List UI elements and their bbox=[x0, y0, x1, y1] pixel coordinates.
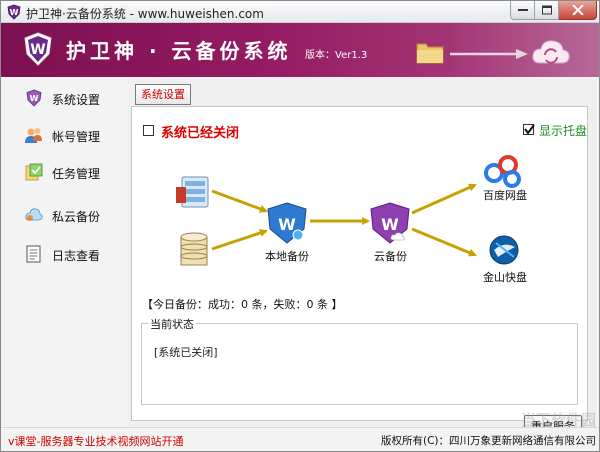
svg-text:W: W bbox=[278, 215, 296, 234]
watermark: 当下软件园 bbox=[521, 411, 597, 429]
cloud-backup-label: 云备份 bbox=[374, 250, 407, 263]
database-icon bbox=[180, 232, 208, 266]
status-bar: v课堂-服务器专业技术视频网站开通 版权所有(C)：四川万象更新网络通信有限公司 bbox=[1, 427, 599, 451]
close-button[interactable] bbox=[559, 1, 597, 20]
svg-text:W: W bbox=[30, 94, 39, 103]
system-closed-checkbox[interactable] bbox=[143, 125, 154, 136]
title-bar[interactable]: W 护卫神·云备份系统 - www.huweishen.com bbox=[1, 1, 599, 23]
maximize-icon bbox=[541, 5, 552, 15]
sidebar-item-task-management[interactable]: 任务管理 bbox=[25, 161, 125, 183]
baidu-netdisk-icon bbox=[484, 155, 521, 188]
settings-content: 系统已经关闭 显示托盘 W W 本地备份 云备份 百度网盘 金山快盘 【今日备份… bbox=[131, 106, 588, 438]
sidebar-item-label: 任务管理 bbox=[52, 167, 101, 181]
huweishen-logo-icon: W bbox=[24, 32, 52, 66]
today-backup-summary: 【今日备份：成功：0 条，失败：0 条 】 bbox=[142, 298, 343, 311]
cloud-sync-icon bbox=[532, 40, 570, 64]
minimize-icon bbox=[517, 9, 528, 11]
tasks-icon bbox=[25, 163, 43, 181]
sidebar-item-account-management[interactable]: 帐号管理 bbox=[25, 124, 125, 146]
window-title: 护卫神·云备份系统 - www.huweishen.com bbox=[26, 7, 264, 21]
app-title: 护卫神 · 云备份系统 bbox=[66, 39, 292, 63]
sidebar-item-log-view[interactable]: 日志查看 bbox=[25, 243, 125, 265]
copyright-text: 版权所有(C)：四川万象更新网络通信有限公司 bbox=[381, 435, 597, 447]
sidebar-item-label: 私云备份 bbox=[52, 210, 101, 224]
svg-text:W: W bbox=[381, 215, 399, 234]
sidebar: W 系统设置 帐号管理 任务管理 私云备份 日志查看 bbox=[1, 77, 127, 427]
promo-link[interactable]: v课堂-服务器专业技术视频网站开通 bbox=[8, 433, 183, 449]
sidebar-item-label: 帐号管理 bbox=[52, 130, 101, 144]
local-backup-shield-icon: W bbox=[267, 202, 307, 244]
tab-system-settings[interactable]: 系统设置 bbox=[135, 84, 191, 105]
header-banner: W 护卫神 · 云备份系统 版本：Ver1.3 bbox=[1, 23, 599, 77]
arrow-cloud-to-jinshan bbox=[411, 227, 477, 257]
baidu-netdisk-label: 百度网盘 bbox=[483, 189, 527, 202]
log-icon bbox=[26, 245, 41, 263]
jinshan-kuaipan-label: 金山快盘 bbox=[483, 271, 527, 284]
sidebar-item-label: 系统设置 bbox=[52, 93, 101, 107]
sidebar-item-private-cloud-backup[interactable]: 私云备份 bbox=[25, 204, 125, 226]
jinshan-kuaipan-icon bbox=[489, 235, 519, 265]
version-label: 版本：Ver1.3 bbox=[305, 50, 368, 61]
svg-text:W: W bbox=[10, 8, 19, 17]
cloud-backup-shield-icon: W bbox=[370, 202, 410, 244]
local-backup-label: 本地备份 bbox=[265, 250, 309, 263]
folder-icon bbox=[416, 43, 444, 64]
current-status-legend: 当前状态 bbox=[148, 316, 196, 332]
backup-flow-diagram: W W 本地备份 云备份 百度网盘 金山快盘 bbox=[132, 147, 587, 284]
settings-icon: W bbox=[26, 89, 42, 107]
server-icon bbox=[176, 176, 209, 208]
checkmark-icon bbox=[524, 124, 535, 135]
private-cloud-icon bbox=[25, 208, 43, 221]
users-icon bbox=[25, 128, 42, 143]
arrow-cloud-to-baidu bbox=[411, 183, 477, 215]
current-status-group: 当前状态 [系统已关闭] bbox=[141, 316, 578, 405]
svg-text:W: W bbox=[30, 42, 45, 58]
close-icon bbox=[571, 5, 584, 15]
main-panel: 系统设置 系统已经关闭 显示托盘 W W 本地备份 云备份 百度网盘 金山快盘 … bbox=[128, 77, 597, 438]
app-window: W 护卫神·云备份系统 - www.huweishen.com W 护卫神 · … bbox=[0, 0, 600, 452]
current-status-text: [系统已关闭] bbox=[154, 346, 218, 359]
arrow-db-to-local bbox=[211, 229, 268, 251]
show-tray-checkbox[interactable] bbox=[523, 124, 535, 135]
sidebar-item-system-settings[interactable]: W 系统设置 bbox=[25, 87, 125, 109]
sidebar-item-label: 日志查看 bbox=[52, 249, 101, 263]
arrow-server-to-local bbox=[211, 189, 268, 213]
app-shield-icon: W bbox=[7, 4, 21, 20]
show-tray-label: 显示托盘 bbox=[539, 124, 588, 138]
minimize-button[interactable] bbox=[510, 1, 535, 20]
maximize-button[interactable] bbox=[535, 1, 559, 20]
system-closed-label: 系统已经关闭 bbox=[161, 126, 240, 141]
sync-arrow-icon bbox=[450, 49, 528, 59]
